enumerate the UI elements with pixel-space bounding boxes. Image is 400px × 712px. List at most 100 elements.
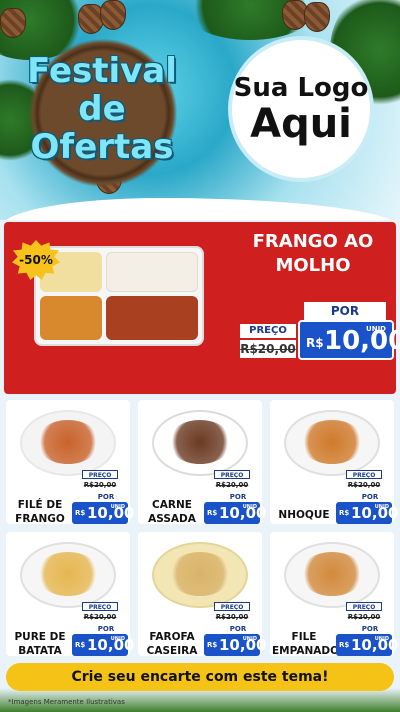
product-name-line: FILÉ DE xyxy=(17,499,63,511)
product-name-line: FAROFA xyxy=(149,631,195,643)
disclaimer-text: *Imagens Meramente Ilustrativas xyxy=(8,698,125,706)
old-price: R$20,00 xyxy=(82,612,118,622)
featured-name-line: FRANGO AO xyxy=(252,231,374,252)
price-tag: PREÇO R$20,00 POR R$ 10,00 UNID xyxy=(72,602,134,658)
preco-label: PREÇO xyxy=(214,602,250,611)
price-tag: PREÇO R$20,00 POR R$ 10,00 UNID xyxy=(204,602,266,658)
old-price: R$20,00 xyxy=(346,612,382,622)
currency-label: R$ xyxy=(75,641,86,649)
product-name-line: BATATA xyxy=(18,645,62,657)
product-name: FAROFA CASEIRA xyxy=(140,630,204,658)
preco-label: PREÇO xyxy=(346,602,382,611)
featured-product-card[interactable]: -50% FRANGO AO MOLHO POR PREÇO R$20,00 R… xyxy=(4,222,400,394)
food-portion xyxy=(168,420,232,464)
new-price: R$ 10,00 UNID xyxy=(298,320,400,360)
logo-text-line2: Aqui xyxy=(250,101,352,147)
product-card[interactable]: FILÉ DE FRANGO PREÇO R$20,00 POR R$ 10,0… xyxy=(6,400,134,526)
festival-title-line: Festival xyxy=(27,51,177,91)
old-price: R$20,00 xyxy=(214,612,250,622)
product-name-line: ASSADA xyxy=(148,513,196,525)
old-price-value: R$20,00 xyxy=(215,613,249,621)
new-price: R$ 10,00 UNID xyxy=(336,634,398,656)
product-name: FILE EMPANADO xyxy=(272,630,340,658)
featured-price-tag: POR PREÇO R$20,00 R$ 10,00 UNID xyxy=(236,298,400,368)
currency-label: R$ xyxy=(207,509,218,517)
cta-button[interactable]: Crie seu encarte com este tema! xyxy=(6,663,394,691)
unit-label: UNID xyxy=(374,504,389,510)
food-portion xyxy=(40,296,102,340)
pinecone-icon xyxy=(100,0,126,30)
product-card[interactable]: FAROFA CASEIRA PREÇO R$20,00 POR R$ 10,0… xyxy=(138,532,266,658)
price-tag: PREÇO R$20,00 POR R$ 10,00 UNID xyxy=(336,602,398,658)
snow-edge xyxy=(0,198,400,220)
price-value: 10,00 xyxy=(324,326,400,356)
currency-label: R$ xyxy=(339,641,350,649)
preco-label: PREÇO xyxy=(82,470,118,479)
logo-text-line1: Sua Logo xyxy=(233,73,369,103)
price-tag: PREÇO R$20,00 POR R$ 10,00 UNID xyxy=(204,470,266,526)
old-price: R$20,00 xyxy=(240,340,296,358)
logo-placeholder[interactable]: Sua Logo Aqui xyxy=(232,40,370,178)
new-price: R$ 10,00 UNID xyxy=(72,502,134,524)
food-tray-image xyxy=(34,246,204,346)
por-label: POR xyxy=(304,302,386,320)
old-price-value: R$20,00 xyxy=(215,481,249,489)
old-price: R$20,00 xyxy=(214,480,250,490)
product-name-line: FILE xyxy=(291,631,317,643)
preco-label: PREÇO xyxy=(346,470,382,479)
product-name-line: NHOQUE xyxy=(278,509,330,521)
new-price: R$ 10,00 UNID xyxy=(204,634,266,656)
festival-title-line: Ofertas xyxy=(30,127,174,167)
new-price: R$ 10,00 UNID xyxy=(204,502,266,524)
old-price-value: R$20,00 xyxy=(83,613,117,621)
pinecone-icon xyxy=(304,2,330,32)
preco-label: PREÇO xyxy=(214,470,250,479)
food-portion xyxy=(36,552,100,596)
product-name: NHOQUE xyxy=(272,508,336,522)
food-portion xyxy=(168,552,232,596)
old-price-value: R$20,00 xyxy=(240,342,296,356)
unit-label: UNID xyxy=(366,325,386,333)
festival-title-line: de xyxy=(78,89,126,129)
unit-label: UNID xyxy=(374,636,389,642)
unit-label: UNID xyxy=(242,504,257,510)
product-name-line: EMPANADO xyxy=(272,645,340,657)
product-card[interactable]: FILE EMPANADO PREÇO R$20,00 POR R$ 10,00… xyxy=(270,532,398,658)
unit-label: UNID xyxy=(242,636,257,642)
header-banner: Festival de Ofertas Sua Logo Aqui xyxy=(0,0,400,220)
product-name: PURE DE BATATA xyxy=(8,630,72,658)
discount-badge-label: -50% xyxy=(19,253,53,267)
old-price-value: R$20,00 xyxy=(347,481,381,489)
product-card[interactable]: PURE DE BATATA PREÇO R$20,00 POR R$ 10,0… xyxy=(6,532,134,658)
por-label: POR xyxy=(229,493,247,501)
currency-label: R$ xyxy=(75,509,86,517)
old-price: R$20,00 xyxy=(82,480,118,490)
currency-label: R$ xyxy=(207,641,218,649)
preco-label: PREÇO xyxy=(82,602,118,611)
product-name-line: CASEIRA xyxy=(146,645,198,657)
old-price: R$20,00 xyxy=(346,480,382,490)
food-portion xyxy=(300,420,364,464)
new-price: R$ 10,00 UNID xyxy=(336,502,398,524)
product-name-line: PURE DE xyxy=(14,631,66,643)
old-price-value: R$20,00 xyxy=(83,481,117,489)
product-card[interactable]: CARNE ASSADA PREÇO R$20,00 POR R$ 10,00 … xyxy=(138,400,266,526)
price-tag: PREÇO R$20,00 POR R$ 10,00 UNID xyxy=(336,470,398,526)
product-name: CARNE ASSADA xyxy=(140,498,204,526)
por-label: POR xyxy=(361,493,379,501)
product-card[interactable]: NHOQUE PREÇO R$20,00 POR R$ 10,00 UNID xyxy=(270,400,398,526)
pinecone-icon xyxy=(0,8,26,38)
food-portion xyxy=(300,552,364,596)
product-name: FILÉ DE FRANGO xyxy=(8,498,72,526)
por-label: POR xyxy=(361,625,379,633)
featured-product-name: FRANGO AO MOLHO xyxy=(234,230,392,278)
unit-label: UNID xyxy=(110,636,125,642)
por-label: POR xyxy=(229,625,247,633)
currency-label: R$ xyxy=(306,336,324,350)
por-label: POR xyxy=(97,625,115,633)
unit-label: UNID xyxy=(110,504,125,510)
food-portion xyxy=(106,252,198,292)
product-name-line: FRANGO xyxy=(15,513,65,525)
featured-name-line: MOLHO xyxy=(275,255,351,276)
new-price: R$ 10,00 UNID xyxy=(72,634,134,656)
